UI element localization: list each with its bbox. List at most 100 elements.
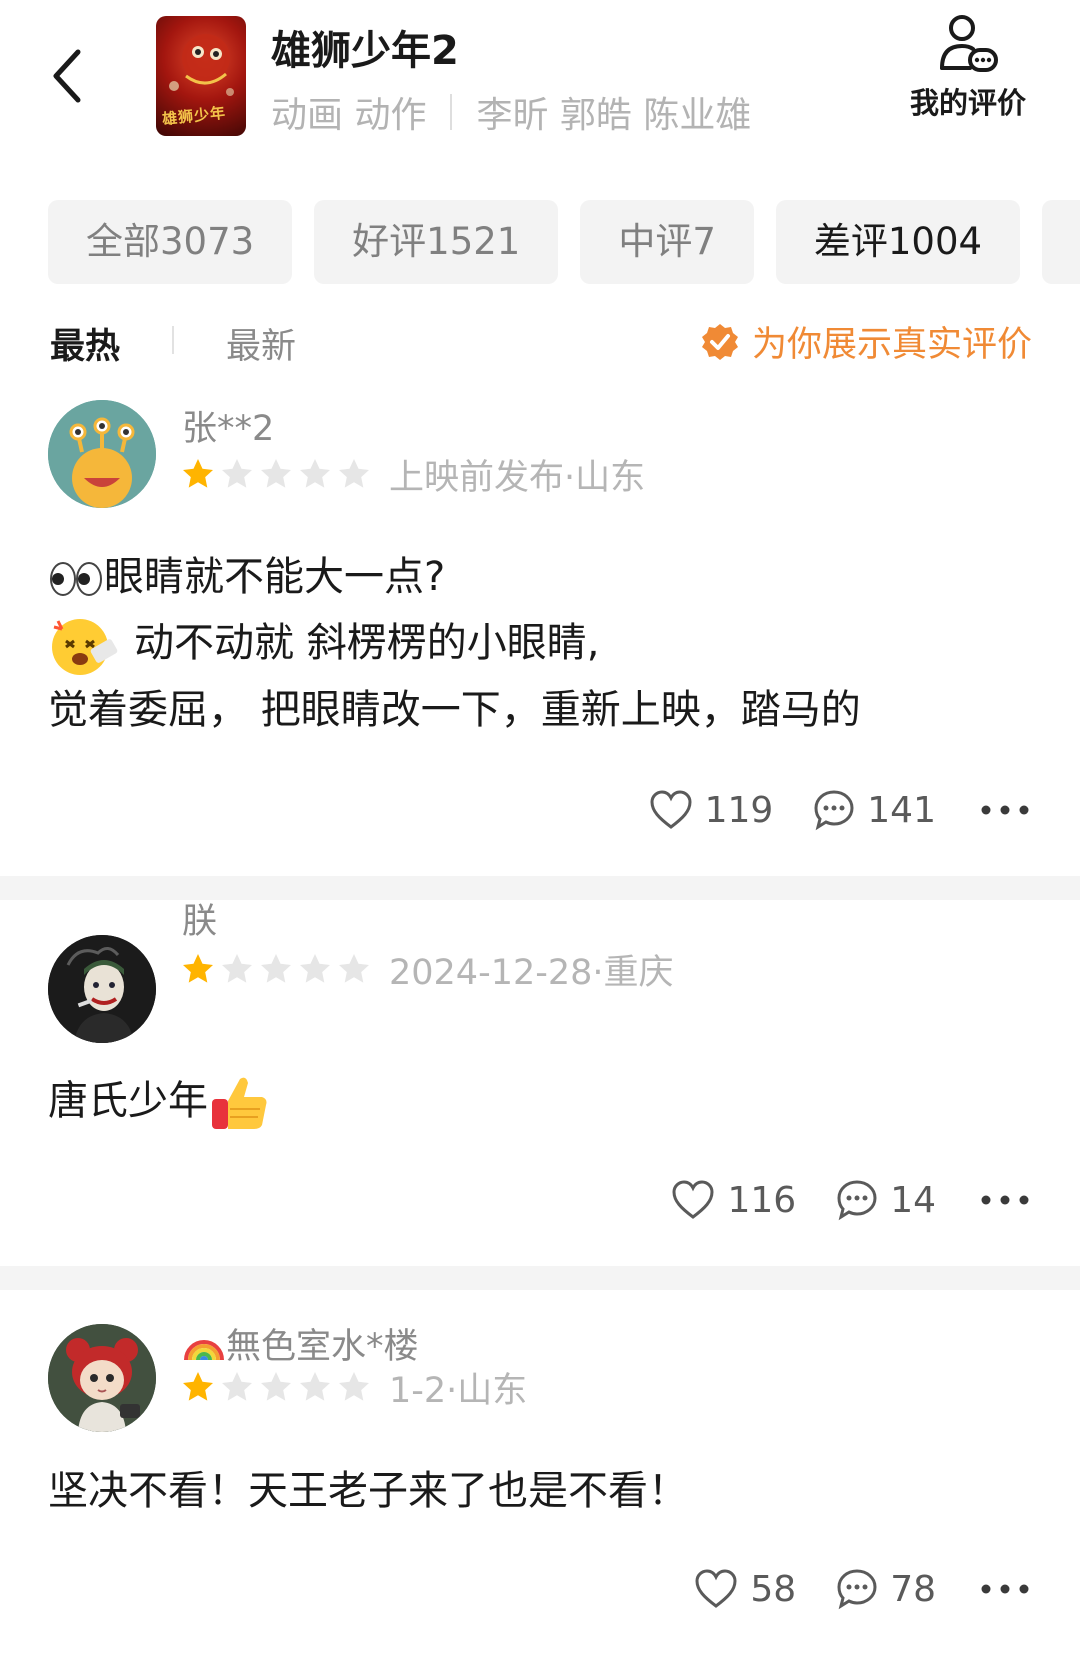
review-body: 眼睛就不能大一点? 动不动就 斜楞楞的小眼睛, 觉着委屈， 把眼睛改一下，重新上… — [48, 544, 861, 743]
comment-button[interactable]: 14 — [836, 1179, 936, 1221]
star-empty-icon — [222, 1372, 252, 1401]
star-empty-icon — [261, 954, 291, 983]
like-count: 119 — [704, 789, 774, 831]
movie-meta: 动画 动作 李昕 郭皓 陈业雄 — [271, 86, 751, 138]
review-actions: 58 78 — [654, 1564, 1030, 1614]
like-button[interactable]: 119 — [649, 789, 774, 831]
review-username[interactable]: 無色室水*楼 — [182, 1318, 419, 1369]
comment-bubble-icon — [837, 1569, 877, 1610]
filter-chip-more[interactable]: 有 — [1042, 200, 1080, 284]
filter-chips: 全部3073好评1521中评7差评1004有 — [48, 200, 1080, 284]
star-empty-icon — [339, 459, 369, 488]
comment-bubble-icon — [837, 1180, 877, 1221]
filter-chip-all[interactable]: 全部3073 — [48, 200, 293, 284]
star-rating — [180, 951, 375, 987]
review-meta: 1-2·山东 — [389, 1370, 528, 1411]
my-review-button[interactable]: 我的评价 — [898, 12, 1038, 122]
review-actions: 116 14 — [631, 1175, 1030, 1225]
movie-title[interactable]: 雄狮少年2 — [271, 18, 459, 76]
review-username[interactable]: 张**2 — [182, 400, 274, 451]
more-dots-icon — [981, 1584, 1029, 1594]
review-line-text: 动不动就 斜楞楞的小眼睛, — [134, 620, 600, 666]
avatar[interactable] — [48, 1324, 156, 1432]
comment-count: 14 — [890, 1179, 936, 1221]
star-empty-icon — [339, 1372, 369, 1401]
comment-bubble-icon — [814, 790, 854, 831]
star-empty-icon — [222, 954, 252, 983]
comment-count: 78 — [890, 1568, 936, 1610]
like-count: 116 — [727, 1179, 797, 1221]
sort-row: 最热 最新 为你展示真实评价 — [48, 318, 1032, 370]
movie-cast: 李昕 郭皓 陈业雄 — [476, 95, 752, 136]
star-filled-icon — [183, 954, 213, 983]
star-rating — [180, 456, 375, 492]
star-empty-icon — [300, 954, 330, 983]
chevron-left-icon — [53, 49, 81, 103]
review-rating-row: 2024-12-28·重庆 — [180, 949, 674, 993]
sort-separator — [172, 326, 174, 354]
star-empty-icon — [339, 954, 369, 983]
filter-chip-positive[interactable]: 好评1521 — [314, 200, 559, 284]
yellow-monster-avatar — [48, 400, 156, 508]
movie-genres: 动画 动作 — [271, 95, 427, 136]
review-meta: 2024-12-28·重庆 — [389, 952, 674, 993]
comment-button[interactable]: 141 — [813, 789, 936, 831]
section-divider — [0, 1266, 1080, 1290]
review-meta: 上映前发布·山东 — [389, 457, 646, 498]
review-line: 坚决不看！天王老子来了也是不看！ — [48, 1458, 688, 1524]
review-line-text: 觉着委屈， 把眼睛改一下，重新上映，踏马的 — [48, 687, 861, 733]
review-line-text: 眼睛就不能大一点? — [104, 554, 446, 600]
review-line-text: 唐氏少年 — [48, 1078, 208, 1124]
like-button[interactable]: 58 — [694, 1569, 796, 1610]
review-username[interactable]: 朕 — [182, 893, 217, 944]
star-empty-icon — [261, 459, 291, 488]
more-options-button[interactable] — [980, 1194, 1030, 1206]
comment-count: 141 — [867, 789, 936, 831]
star-empty-icon — [300, 1372, 330, 1401]
star-rating — [180, 1369, 375, 1405]
like-button[interactable]: 116 — [671, 1180, 796, 1221]
star-empty-icon — [261, 1372, 291, 1401]
authentic-reviews-notice[interactable]: 为你展示真实评价 — [700, 316, 1032, 367]
review-body: 唐氏少年 — [48, 1068, 272, 1135]
star-filled-icon — [183, 459, 213, 488]
comment-button[interactable]: 78 — [836, 1568, 936, 1610]
header: 雄狮少年 雄狮少年2 动画 动作 李昕 郭皓 陈业雄 我的评价 — [0, 0, 1080, 170]
dizzy-face-emoji-icon — [52, 619, 118, 675]
like-count: 58 — [750, 1568, 797, 1610]
eyes-emoji-icon — [50, 562, 102, 596]
section-divider — [0, 876, 1080, 900]
avatar[interactable] — [48, 935, 156, 1043]
star-filled-icon — [183, 1372, 213, 1401]
review-line: 动不动就 斜楞楞的小眼睛, — [48, 610, 861, 677]
star-empty-icon — [222, 459, 252, 488]
filter-chip-neutral[interactable]: 中评7 — [580, 200, 754, 284]
heart-icon — [672, 1180, 714, 1219]
heart-icon — [650, 790, 692, 829]
review-actions: 119 141 — [609, 785, 1030, 835]
review-line: 眼睛就不能大一点? — [48, 544, 861, 610]
movie-poster[interactable]: 雄狮少年 — [156, 16, 246, 136]
authentic-label: 为你展示真实评价 — [751, 325, 1032, 365]
review-rating-row: 1-2·山东 — [180, 1367, 527, 1411]
rainbow-icon — [184, 1340, 224, 1361]
joker-avatar — [48, 935, 156, 1043]
meta-separator — [450, 94, 453, 130]
more-dots-icon — [981, 1195, 1029, 1205]
avatar[interactable] — [48, 400, 156, 508]
heart-icon — [695, 1569, 737, 1608]
more-options-button[interactable] — [980, 804, 1030, 816]
doll-avatar — [48, 1324, 156, 1432]
user-comment-icon — [940, 15, 998, 72]
filter-chip-negative[interactable]: 差评1004 — [775, 200, 1021, 284]
star-empty-icon — [300, 459, 330, 488]
review-rating-row: 上映前发布·山东 — [180, 454, 645, 498]
review-line: 唐氏少年 — [48, 1068, 272, 1135]
sort-tab-hot[interactable]: 最热 — [50, 318, 120, 369]
more-options-button[interactable] — [980, 1583, 1030, 1595]
sort-tab-latest[interactable]: 最新 — [226, 318, 296, 369]
more-dots-icon — [981, 805, 1029, 815]
verified-badge-icon — [701, 323, 738, 360]
my-review-label: 我的评价 — [909, 86, 1026, 120]
back-button[interactable] — [44, 44, 96, 108]
